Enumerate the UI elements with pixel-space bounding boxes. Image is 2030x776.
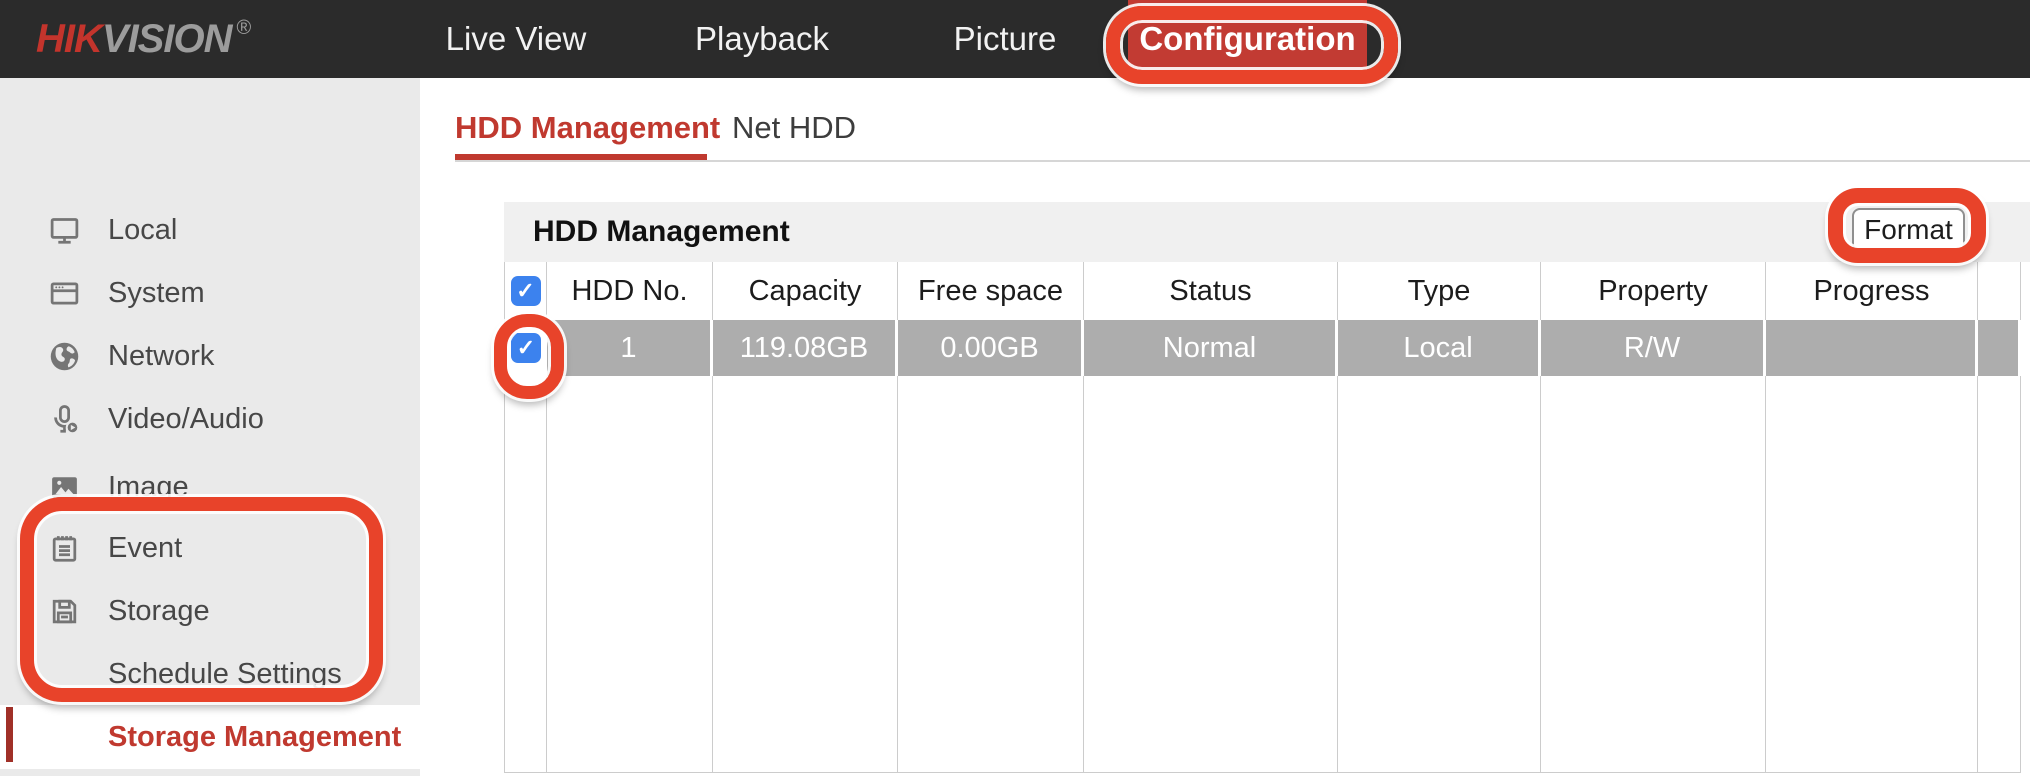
empty-cell bbox=[713, 376, 898, 772]
sidebar-item-schedule-settings[interactable]: Schedule Settings bbox=[0, 643, 420, 706]
sidebar-item-label: Video/Audio bbox=[108, 403, 264, 436]
select-all-header-cell: ✓ bbox=[505, 262, 547, 320]
storage-icon bbox=[48, 595, 81, 628]
logo-vision: VISION bbox=[102, 17, 232, 62]
top-nav-bar: HIKVISION® Live View Playback Picture Co… bbox=[0, 0, 2030, 78]
sidebar-item-label: System bbox=[108, 277, 205, 310]
logo-hik: HIK bbox=[36, 17, 102, 62]
registered-mark: ® bbox=[236, 17, 250, 40]
sidebar-item-label: Image bbox=[108, 471, 189, 504]
col-header-hdd-no: HDD No. bbox=[547, 262, 713, 320]
cell-row-spacer bbox=[1978, 320, 2021, 376]
hdd-management-panel-header: HDD Management bbox=[504, 202, 2030, 262]
globe-icon bbox=[48, 340, 81, 373]
cell-hdd-no[interactable]: 1 bbox=[547, 320, 713, 376]
window-icon bbox=[48, 277, 81, 310]
sidebar-item-label: Event bbox=[108, 532, 182, 565]
sidebar: Local System Net bbox=[0, 78, 420, 776]
check-icon: ✓ bbox=[516, 278, 534, 304]
col-header-free-space: Free space bbox=[898, 262, 1084, 320]
nav-picture[interactable]: Picture bbox=[954, 0, 1057, 78]
row-checkbox-cell: ✓ bbox=[505, 320, 547, 376]
sidebar-item-label: Local bbox=[108, 214, 177, 247]
selected-item-indicator bbox=[6, 707, 13, 762]
tab-hdd-management[interactable]: HDD Management bbox=[455, 100, 707, 155]
sidebar-item-system[interactable]: System bbox=[0, 262, 420, 325]
nav-playback[interactable]: Playback bbox=[695, 0, 829, 78]
empty-cell bbox=[1338, 376, 1541, 772]
tab-divider-line bbox=[455, 160, 2030, 162]
empty-cell bbox=[1978, 376, 2021, 772]
empty-cell bbox=[1541, 376, 1766, 772]
microphone-icon bbox=[48, 403, 81, 436]
panel-title: HDD Management bbox=[533, 202, 790, 262]
col-header-status: Status bbox=[1084, 262, 1338, 320]
sidebar-item-label: Storage bbox=[108, 595, 210, 628]
image-icon bbox=[48, 471, 81, 504]
sidebar-item-image[interactable]: Image bbox=[0, 456, 420, 519]
col-header-progress: Progress bbox=[1766, 262, 1978, 320]
sidebar-item-storage-management[interactable]: Storage Management bbox=[0, 705, 420, 769]
col-header-property: Property bbox=[1541, 262, 1766, 320]
sidebar-item-label: Storage Management bbox=[108, 721, 401, 754]
monitor-icon bbox=[48, 214, 81, 247]
active-tab-underline bbox=[455, 154, 707, 160]
col-header-type: Type bbox=[1338, 262, 1541, 320]
hikvision-web-ui: HIKVISION® Live View Playback Picture Co… bbox=[0, 0, 2030, 776]
event-icon bbox=[48, 532, 81, 565]
sidebar-item-event[interactable]: Event bbox=[0, 517, 420, 580]
empty-cell bbox=[547, 376, 713, 772]
sidebar-item-label: Schedule Settings bbox=[108, 658, 342, 691]
col-header-capacity: Capacity bbox=[713, 262, 898, 320]
hdd-table: ✓ HDD No. Capacity Free space Status Typ… bbox=[504, 262, 2021, 773]
sidebar-item-video-audio[interactable]: Video/Audio bbox=[0, 388, 420, 451]
sidebar-item-label: Network bbox=[108, 340, 214, 373]
sidebar-item-storage[interactable]: Storage bbox=[0, 580, 420, 643]
hikvision-logo: HIKVISION® bbox=[36, 0, 250, 78]
tab-net-hdd[interactable]: Net HDD bbox=[732, 100, 856, 155]
empty-cell bbox=[1084, 376, 1338, 772]
check-icon: ✓ bbox=[517, 335, 535, 361]
sidebar-item-network[interactable]: Network bbox=[0, 325, 420, 388]
col-header-spacer bbox=[1978, 262, 2021, 320]
empty-cell bbox=[898, 376, 1084, 772]
cell-property[interactable]: R/W bbox=[1541, 320, 1766, 376]
sidebar-item-local[interactable]: Local bbox=[0, 199, 420, 262]
cell-status[interactable]: Normal bbox=[1084, 320, 1338, 376]
cell-capacity[interactable]: 119.08GB bbox=[713, 320, 898, 376]
nav-live-view[interactable]: Live View bbox=[446, 0, 587, 78]
empty-cell bbox=[505, 376, 547, 772]
nav-configuration-active[interactable]: Configuration bbox=[1128, 0, 1367, 78]
empty-cell bbox=[1766, 376, 1978, 772]
cell-free-space[interactable]: 0.00GB bbox=[898, 320, 1084, 376]
hdd-row-checkbox[interactable]: ✓ bbox=[511, 333, 541, 363]
format-button[interactable]: Format bbox=[1852, 208, 1965, 252]
cell-progress[interactable] bbox=[1766, 320, 1978, 376]
select-all-checkbox[interactable]: ✓ bbox=[511, 276, 541, 306]
cell-type[interactable]: Local bbox=[1338, 320, 1541, 376]
